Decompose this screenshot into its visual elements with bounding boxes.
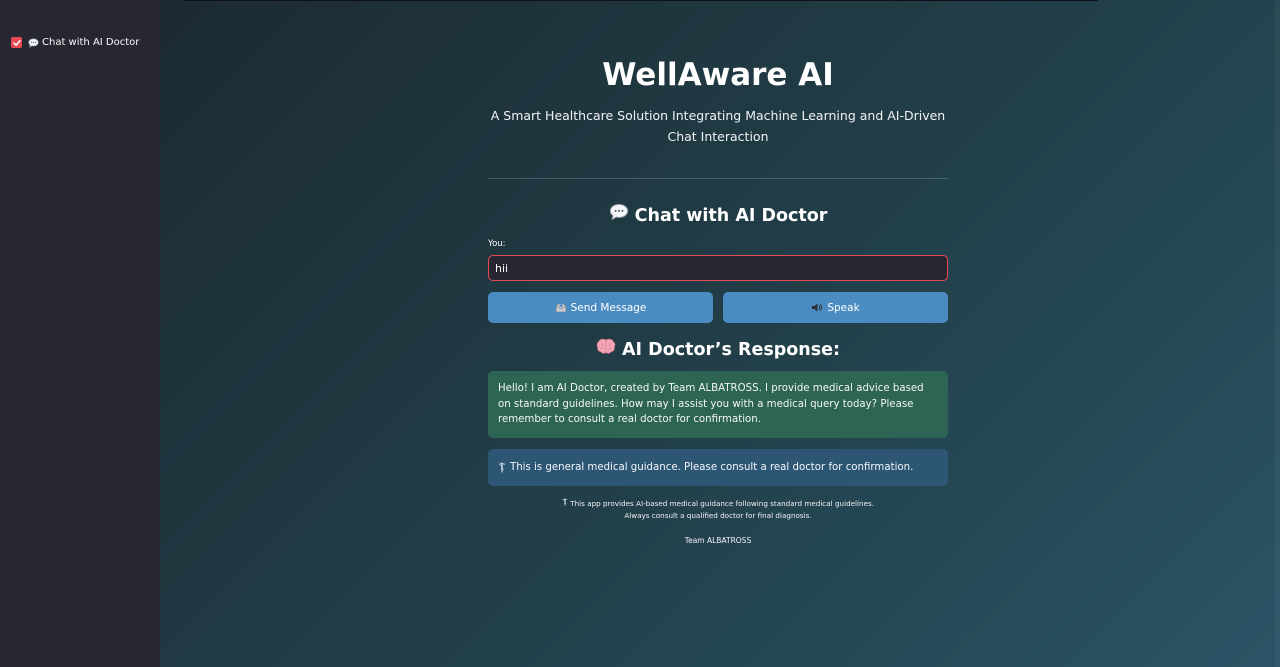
response-heading: AI Doctor’s Response: bbox=[488, 338, 948, 362]
send-message-button[interactable]: Send Message bbox=[488, 292, 713, 323]
page-subtitle: A Smart Healthcare Solution Integrating … bbox=[490, 108, 946, 144]
inbox-tray-icon bbox=[555, 302, 567, 313]
header-divider bbox=[184, 0, 1098, 1]
footer-consult-note: Always consult a qualified doctor for fi… bbox=[624, 511, 812, 520]
page-title: WellAware AI bbox=[602, 57, 834, 93]
send-message-label: Send Message bbox=[570, 301, 647, 314]
chat-heading: Chat with AI Doctor bbox=[488, 203, 948, 228]
notice-text: This is general medical guidance. Please… bbox=[510, 462, 914, 473]
footer-team-name: Team ALBATROSS bbox=[684, 536, 752, 545]
speak-label: Speak bbox=[827, 301, 860, 314]
brain-icon bbox=[596, 338, 616, 355]
response-heading-text: AI Doctor’s Response: bbox=[622, 340, 841, 360]
app-root: Chat with AI Doctor WellAware AI A Smart… bbox=[0, 0, 1280, 667]
footer-disclaimer-text: This app provides AI-based medical guida… bbox=[570, 499, 875, 508]
sidebar: Chat with AI Doctor bbox=[0, 0, 160, 667]
chat-heading-text: Chat with AI Doctor bbox=[634, 206, 828, 226]
speech-balloon-icon bbox=[28, 37, 39, 48]
main-panel: WellAware AI A Smart Healthcare Solution… bbox=[160, 0, 1280, 667]
caduceus-icon bbox=[498, 462, 506, 473]
chat-input[interactable] bbox=[488, 255, 948, 281]
chat-input-label: You: bbox=[488, 239, 506, 249]
caduceus-icon bbox=[562, 498, 568, 506]
sidebar-item-chat-with-ai-doctor[interactable]: Chat with AI Doctor bbox=[11, 37, 139, 48]
sidebar-item-text: Chat with AI Doctor bbox=[42, 37, 140, 48]
checkbox-checked-icon[interactable] bbox=[11, 37, 22, 48]
ai-response-message: Hello! I am AI Doctor, created by Team A… bbox=[488, 371, 948, 438]
section-divider bbox=[488, 178, 948, 179]
sidebar-item-label: Chat with AI Doctor bbox=[28, 37, 139, 48]
footer-disclaimer: This app provides AI-based medical guida… bbox=[488, 498, 948, 508]
scrollbar[interactable] bbox=[1275, 0, 1280, 667]
speech-balloon-icon bbox=[609, 203, 629, 221]
speak-button[interactable]: Speak bbox=[723, 292, 948, 323]
medical-guidance-notice: This is general medical guidance. Please… bbox=[488, 449, 948, 486]
speaker-icon bbox=[811, 302, 823, 313]
